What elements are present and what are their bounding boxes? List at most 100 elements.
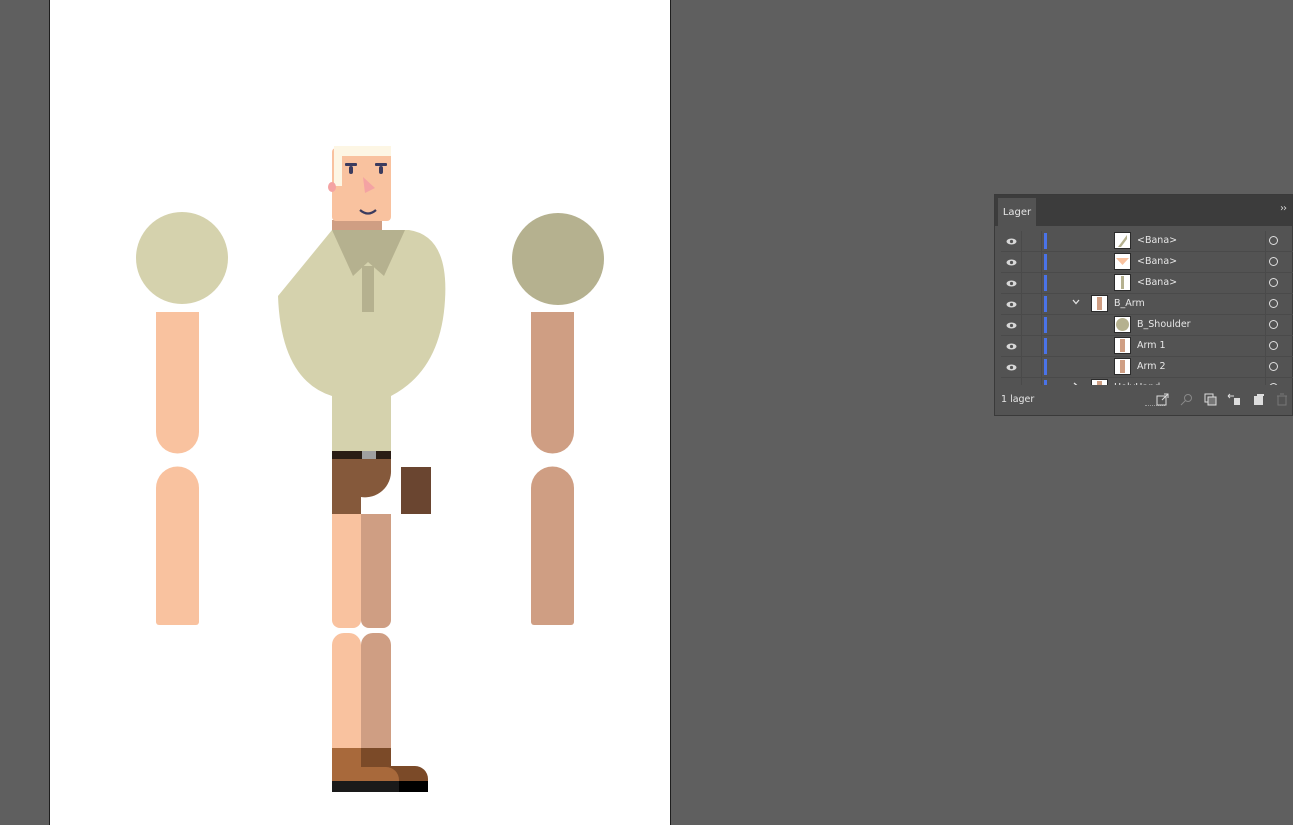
layer-count: 1 lager bbox=[1001, 394, 1035, 405]
layer-thumbnail bbox=[1091, 295, 1108, 312]
target-icon[interactable] bbox=[1269, 257, 1278, 266]
layer-row[interactable]: B_Shoulder bbox=[1001, 315, 1293, 336]
layer-label[interactable]: <Bana> bbox=[1137, 277, 1177, 288]
left-sole[interactable] bbox=[332, 781, 399, 792]
shirt-placket[interactable] bbox=[362, 266, 374, 312]
layer-color-indicator bbox=[1044, 233, 1047, 249]
layer-row[interactable]: HolyHand bbox=[1001, 378, 1293, 385]
column-divider bbox=[1265, 252, 1266, 272]
artboard[interactable] bbox=[49, 0, 671, 825]
right-thigh[interactable] bbox=[361, 514, 391, 628]
layer-label[interactable]: Arm 1 bbox=[1137, 340, 1166, 351]
hair-side[interactable] bbox=[334, 146, 342, 186]
layer-color-indicator bbox=[1044, 254, 1047, 270]
layer-thumbnail bbox=[1114, 316, 1131, 333]
artwork-canvas bbox=[136, 146, 604, 792]
eye-icon[interactable] bbox=[1001, 357, 1022, 377]
eye-icon[interactable] bbox=[1001, 273, 1022, 293]
layer-list[interactable]: <Bana> <Bana> <Bana> B_Arm B_Shoulder Arm 1 Ar… bbox=[1001, 231, 1293, 385]
target-icon[interactable] bbox=[1269, 236, 1278, 245]
target-icon[interactable] bbox=[1269, 299, 1278, 308]
layer-row[interactable]: <Bana> bbox=[1001, 231, 1293, 252]
column-divider bbox=[1265, 294, 1266, 314]
layer-row[interactable]: Arm 2 bbox=[1001, 357, 1293, 378]
lock-toggle[interactable] bbox=[1022, 231, 1042, 251]
trash-icon[interactable] bbox=[1274, 392, 1290, 406]
left-eye[interactable] bbox=[349, 166, 353, 174]
belt-buckle[interactable] bbox=[362, 451, 376, 459]
new-sublayer-icon[interactable] bbox=[1250, 392, 1266, 406]
eye-icon[interactable] bbox=[1001, 231, 1022, 251]
double-chevron-right-icon[interactable]: ›› bbox=[1280, 203, 1287, 214]
column-divider bbox=[1265, 231, 1266, 251]
layer-thumbnail bbox=[1114, 274, 1131, 291]
target-icon[interactable] bbox=[1269, 362, 1278, 371]
layer-color-indicator bbox=[1044, 359, 1047, 375]
tab-lager[interactable]: Lager bbox=[998, 198, 1036, 226]
left-shoulder-circle[interactable] bbox=[136, 212, 228, 304]
collect-icon[interactable] bbox=[1226, 392, 1242, 406]
lock-toggle[interactable] bbox=[1022, 294, 1042, 314]
target-icon[interactable] bbox=[1269, 383, 1278, 385]
eye-icon[interactable] bbox=[1001, 336, 1022, 356]
left-forearm[interactable] bbox=[156, 466, 199, 625]
panel-tab-bar: Lager ›› bbox=[995, 195, 1292, 226]
lock-toggle[interactable] bbox=[1022, 357, 1042, 377]
column-divider bbox=[1265, 378, 1266, 385]
layer-label[interactable]: HolyHand bbox=[1114, 382, 1160, 385]
right-shoulder-circle[interactable] bbox=[512, 213, 604, 305]
layer-color-indicator bbox=[1044, 338, 1047, 354]
export-icon[interactable] bbox=[1154, 392, 1170, 406]
shorts-piece[interactable] bbox=[401, 467, 431, 514]
right-sole[interactable] bbox=[399, 781, 428, 792]
eye-icon[interactable] bbox=[1001, 252, 1022, 272]
lock-toggle[interactable] bbox=[1022, 378, 1042, 385]
ear[interactable] bbox=[328, 182, 336, 192]
search-icon[interactable] bbox=[1178, 392, 1194, 406]
layer-row[interactable]: B_Arm bbox=[1001, 294, 1293, 315]
layer-color-indicator bbox=[1044, 317, 1047, 333]
neck[interactable] bbox=[332, 220, 382, 230]
target-icon[interactable] bbox=[1269, 320, 1278, 329]
layer-label[interactable]: B_Shoulder bbox=[1137, 319, 1191, 330]
column-divider bbox=[1265, 357, 1266, 377]
layer-row[interactable]: <Bana> bbox=[1001, 273, 1293, 294]
target-icon[interactable] bbox=[1269, 278, 1278, 287]
layer-color-indicator bbox=[1044, 296, 1047, 312]
layer-color-indicator bbox=[1044, 275, 1047, 291]
left-upper-arm[interactable] bbox=[156, 312, 199, 454]
chevron-right-icon[interactable] bbox=[1071, 381, 1081, 385]
layer-label[interactable]: Arm 2 bbox=[1137, 361, 1166, 372]
left-thigh[interactable] bbox=[332, 514, 361, 628]
lock-toggle[interactable] bbox=[1022, 273, 1042, 293]
lock-toggle[interactable] bbox=[1022, 336, 1042, 356]
layer-label[interactable]: B_Arm bbox=[1114, 298, 1145, 309]
chevron-down-icon[interactable] bbox=[1071, 297, 1081, 310]
left-shin[interactable] bbox=[332, 633, 361, 750]
eye-icon[interactable] bbox=[1001, 315, 1022, 335]
layer-thumbnail bbox=[1091, 379, 1108, 385]
shorts[interactable] bbox=[332, 459, 392, 514]
right-eye[interactable] bbox=[379, 166, 383, 174]
right-forearm[interactable] bbox=[531, 466, 574, 626]
column-divider bbox=[1265, 315, 1266, 335]
eye-icon[interactable] bbox=[1001, 294, 1022, 314]
eye-icon[interactable] bbox=[1001, 378, 1022, 385]
lock-toggle[interactable] bbox=[1022, 315, 1042, 335]
belt[interactable] bbox=[332, 451, 391, 459]
layers-panel[interactable]: Lager ›› <Bana> <Bana> <Bana> B_Arm B_Should… bbox=[994, 194, 1293, 416]
layer-color-indicator bbox=[1044, 380, 1047, 385]
right-shin[interactable] bbox=[361, 633, 391, 750]
layer-row[interactable]: <Bana> bbox=[1001, 252, 1293, 273]
lock-toggle[interactable] bbox=[1022, 252, 1042, 272]
clipping-mask-icon[interactable] bbox=[1202, 392, 1218, 406]
right-eyebrow[interactable] bbox=[375, 163, 387, 166]
layer-thumbnail bbox=[1114, 253, 1131, 270]
layer-label[interactable]: <Bana> bbox=[1137, 235, 1177, 246]
left-eyebrow[interactable] bbox=[345, 163, 357, 166]
target-icon[interactable] bbox=[1269, 341, 1278, 350]
hair[interactable] bbox=[334, 146, 391, 156]
layer-row[interactable]: Arm 1 bbox=[1001, 336, 1293, 357]
layer-label[interactable]: <Bana> bbox=[1137, 256, 1177, 267]
right-upper-arm[interactable] bbox=[531, 312, 574, 454]
